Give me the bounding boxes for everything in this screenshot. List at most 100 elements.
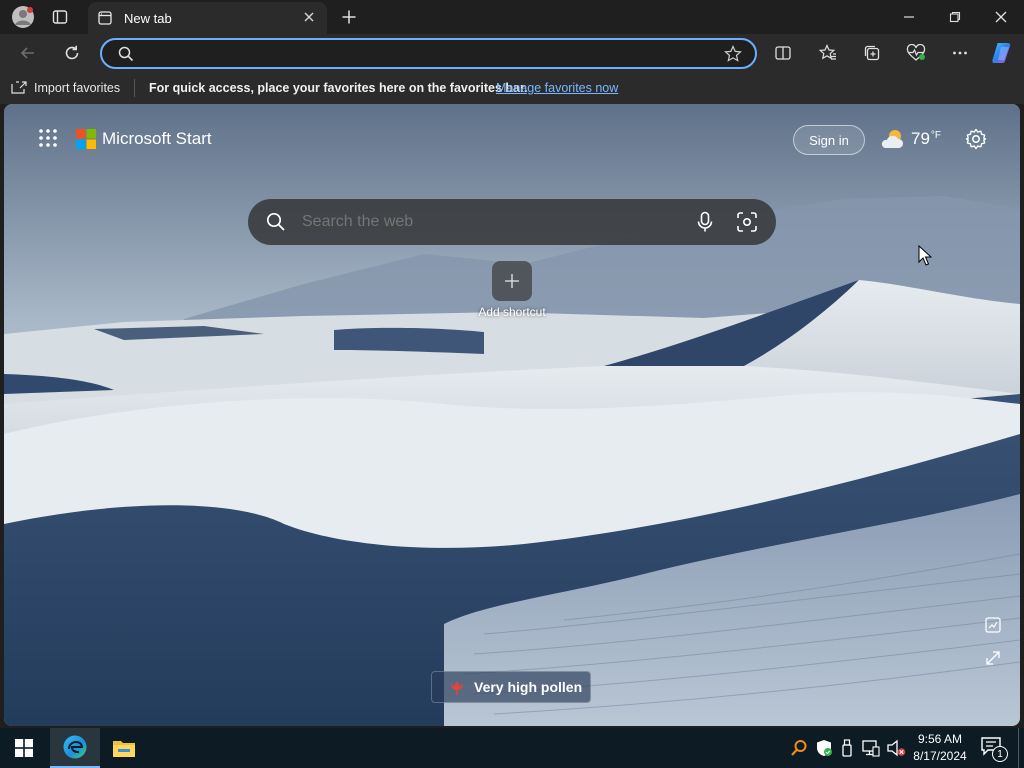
profile-button[interactable] bbox=[6, 0, 40, 34]
settings-more-button[interactable] bbox=[942, 34, 978, 72]
back-arrow-icon bbox=[20, 47, 34, 59]
favorites-button[interactable] bbox=[810, 34, 846, 72]
notification-count: 1 bbox=[992, 746, 1008, 762]
add-shortcut-tile bbox=[492, 261, 532, 301]
shield-icon bbox=[817, 740, 832, 756]
tray-search-icon[interactable] bbox=[790, 739, 808, 757]
copilot-button[interactable] bbox=[984, 34, 1020, 72]
action-center-button[interactable]: 1 bbox=[980, 736, 1008, 762]
split-screen-button[interactable] bbox=[765, 34, 801, 72]
profile-icon bbox=[12, 6, 34, 28]
tray-network-icon[interactable] bbox=[862, 739, 880, 757]
pollen-alert[interactable]: Very high pollen bbox=[431, 671, 591, 703]
image-info-button[interactable] bbox=[984, 616, 1002, 634]
new-tab-icon bbox=[98, 11, 112, 25]
apps-grid-icon bbox=[39, 129, 57, 147]
close-icon bbox=[995, 11, 1007, 23]
taskbar-file-explorer-button[interactable] bbox=[100, 728, 148, 768]
favorites-hint: For quick access, place your favorites h… bbox=[149, 81, 528, 95]
tab-actions-button[interactable] bbox=[44, 0, 76, 34]
refresh-icon bbox=[65, 45, 79, 60]
folder-icon bbox=[113, 741, 135, 757]
tab-close-button[interactable] bbox=[301, 9, 317, 25]
title-bar: New tab bbox=[0, 0, 1024, 34]
clock-time: 9:56 AM bbox=[917, 732, 963, 746]
new-tab-button[interactable] bbox=[335, 0, 363, 34]
add-shortcut-label: Add shortcut bbox=[478, 305, 546, 319]
magnifier-icon bbox=[791, 740, 807, 756]
taskbar-edge-button[interactable] bbox=[50, 728, 100, 768]
mouse-cursor-icon bbox=[918, 245, 932, 266]
edge-browser-icon bbox=[63, 735, 87, 759]
apps-launcher-button[interactable] bbox=[38, 128, 58, 148]
partly-cloudy-icon bbox=[881, 130, 904, 148]
weather-widget[interactable]: 79 °F bbox=[880, 126, 941, 152]
manage-favorites-link[interactable]: Manage favorites now bbox=[496, 81, 618, 95]
visual-search-button[interactable] bbox=[736, 211, 758, 233]
pollen-label: Very high pollen bbox=[474, 679, 583, 695]
copilot-icon bbox=[992, 43, 1011, 63]
refresh-button[interactable] bbox=[54, 34, 90, 72]
browser-essentials-button[interactable] bbox=[898, 34, 934, 72]
usb-device-icon bbox=[842, 739, 852, 757]
close-window-button[interactable] bbox=[978, 0, 1024, 34]
clock-date: 8/17/2024 bbox=[913, 749, 967, 763]
favorites-bar: Import favorites For quick access, place… bbox=[0, 72, 1024, 104]
tray-volume-icon[interactable] bbox=[886, 739, 906, 757]
speaker-muted-icon bbox=[887, 739, 906, 757]
plus-icon bbox=[342, 10, 356, 24]
split-screen-icon bbox=[775, 46, 791, 60]
toolbar bbox=[0, 34, 1024, 72]
tab-actions-icon bbox=[52, 10, 68, 24]
microsoft-logo-icon bbox=[76, 129, 96, 149]
weather-unit: °F bbox=[930, 129, 942, 141]
restore-icon bbox=[949, 11, 961, 23]
import-favorites-icon bbox=[11, 81, 27, 94]
search-icon bbox=[266, 212, 285, 231]
sign-in-label: Sign in bbox=[809, 132, 849, 148]
heart-pulse-icon bbox=[906, 44, 926, 61]
more-dots-icon bbox=[953, 51, 967, 55]
tray-usb-icon[interactable] bbox=[840, 739, 854, 757]
pollen-flower-icon bbox=[451, 681, 463, 695]
minimize-icon bbox=[904, 16, 914, 18]
page-settings-button[interactable] bbox=[965, 128, 987, 150]
sign-in-button[interactable]: Sign in bbox=[793, 125, 865, 155]
restore-button[interactable] bbox=[932, 0, 978, 34]
image-info-icon bbox=[985, 617, 1001, 633]
minimize-button[interactable] bbox=[886, 0, 932, 34]
import-favorites-button[interactable]: Import favorites bbox=[10, 79, 120, 97]
favorites-divider bbox=[134, 79, 135, 97]
web-search-box[interactable] bbox=[248, 199, 776, 245]
new-tab-page: Microsoft Start Sign in 79 °F Search the… bbox=[4, 104, 1020, 726]
tab-title: New tab bbox=[124, 10, 172, 26]
web-search-input[interactable] bbox=[302, 210, 672, 234]
close-icon bbox=[304, 12, 314, 22]
address-input[interactable] bbox=[148, 45, 708, 63]
favorites-icon bbox=[819, 44, 836, 60]
background-image bbox=[4, 104, 1020, 726]
expand-button[interactable] bbox=[984, 649, 1002, 667]
plus-icon bbox=[505, 274, 519, 288]
start-button[interactable] bbox=[0, 728, 48, 768]
tray-clock[interactable]: 9:56 AM 8/17/2024 bbox=[908, 731, 972, 765]
back-button[interactable] bbox=[10, 34, 46, 72]
tray-security-icon[interactable] bbox=[815, 739, 833, 757]
visual-search-icon bbox=[737, 212, 757, 232]
search-icon bbox=[118, 46, 134, 62]
expand-icon bbox=[986, 651, 1000, 665]
voice-search-button[interactable] bbox=[694, 211, 716, 233]
microphone-icon bbox=[697, 211, 713, 232]
network-icon bbox=[862, 740, 880, 757]
add-shortcut-button[interactable]: Add shortcut bbox=[472, 261, 552, 321]
collections-icon bbox=[864, 45, 880, 61]
tab-new-tab[interactable]: New tab bbox=[88, 2, 327, 34]
favorite-star-icon[interactable] bbox=[724, 45, 742, 63]
collections-button[interactable] bbox=[854, 34, 890, 72]
gear-icon bbox=[965, 128, 987, 150]
address-bar[interactable] bbox=[100, 38, 757, 69]
microsoft-start-brand[interactable]: Microsoft Start bbox=[76, 128, 212, 150]
import-favorites-label: Import favorites bbox=[34, 81, 121, 95]
show-desktop-button[interactable] bbox=[1018, 728, 1024, 768]
taskbar: 9:56 AM 8/17/2024 1 bbox=[0, 728, 1024, 768]
